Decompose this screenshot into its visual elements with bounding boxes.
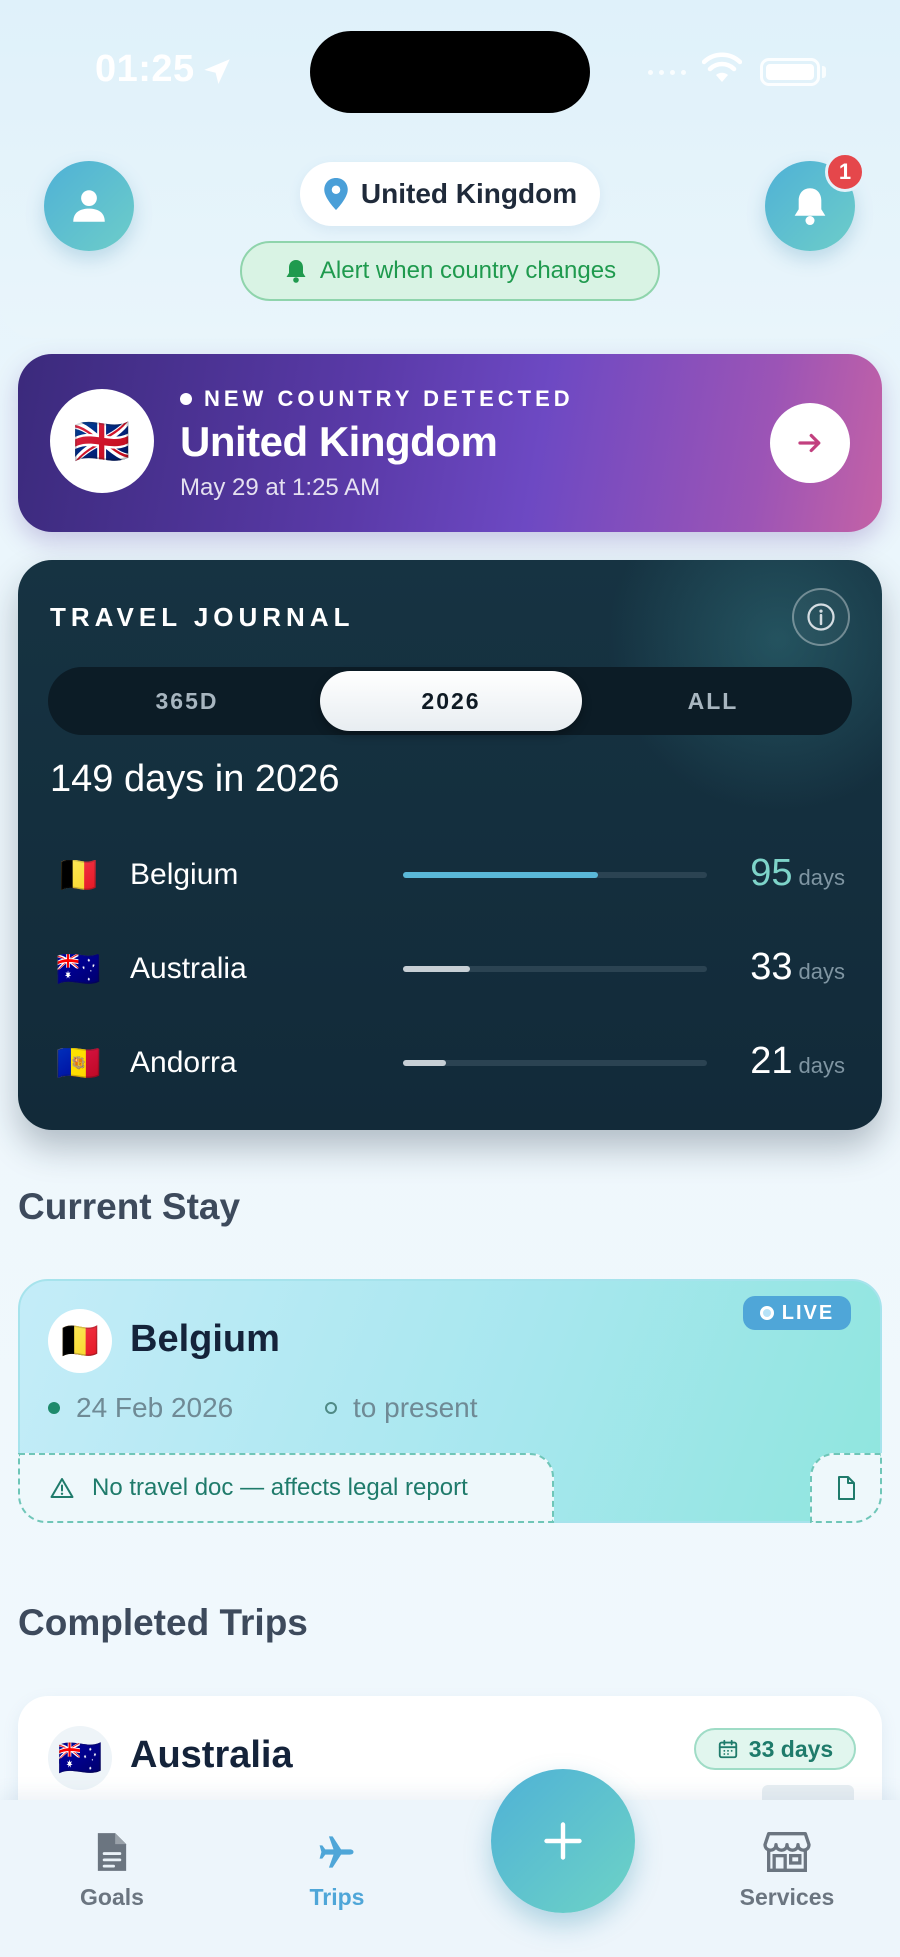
- banner-eyebrow-text: NEW COUNTRY DETECTED: [204, 386, 574, 411]
- warning-icon: [50, 1478, 74, 1498]
- row-days-value: 21: [750, 1040, 793, 1082]
- banner-country-title: United Kingdom: [180, 418, 498, 465]
- row-days-value: 33: [750, 946, 793, 988]
- add-trip-button[interactable]: [491, 1769, 635, 1913]
- country-row-days: 33 days: [750, 946, 845, 989]
- tab-goals[interactable]: Goals: [37, 1830, 187, 1911]
- attach-document-button[interactable]: [810, 1453, 882, 1523]
- info-icon: [807, 603, 835, 631]
- bell-icon: [794, 188, 826, 226]
- country-row-days: 21 days: [750, 1040, 845, 1083]
- banner-detected-time: May 29 at 1:25 AM: [180, 474, 381, 501]
- australia-flag-icon: 🇦🇺: [56, 954, 100, 984]
- profile-button[interactable]: [44, 161, 134, 251]
- tab-services[interactable]: Services: [712, 1830, 862, 1911]
- country-row-name: Andorra: [130, 1046, 237, 1079]
- country-row-track: [403, 1060, 707, 1066]
- calendar-icon: [718, 1739, 737, 1759]
- live-badge-label: LIVE: [781, 1301, 835, 1324]
- stay-end-date: to present: [325, 1392, 478, 1424]
- stay-country-name: Belgium: [130, 1318, 280, 1360]
- country-row-name: Australia: [130, 952, 247, 985]
- airplane-icon: [319, 1836, 354, 1868]
- storefront-icon: [763, 1832, 811, 1872]
- document-icon: [97, 1833, 127, 1871]
- tab-goals-label: Goals: [80, 1884, 144, 1910]
- document-icon: [838, 1476, 855, 1500]
- country-row-track: [403, 966, 707, 972]
- country-row-days: 95 days: [750, 852, 845, 895]
- tab-trips-label: Trips: [309, 1884, 365, 1910]
- stay-flag: 🇧🇪: [48, 1309, 112, 1373]
- journal-title: TRAVEL JOURNAL: [50, 602, 355, 632]
- bullet-dot: [180, 393, 192, 405]
- uk-flag-icon: 🇬🇧: [73, 415, 131, 467]
- dynamic-island: [310, 31, 590, 113]
- live-indicator-icon: [759, 1306, 774, 1320]
- status-time: 01:25: [95, 48, 195, 90]
- banner-flag: 🇬🇧: [50, 389, 154, 493]
- tab-365d[interactable]: 365D: [56, 667, 318, 735]
- australia-flag-icon: 🇦🇺: [57, 1737, 103, 1778]
- row-days-unit: days: [798, 1053, 845, 1078]
- country-row-bar: [403, 1060, 446, 1066]
- live-badge: LIVE: [743, 1296, 851, 1330]
- journal-info-button[interactable]: [792, 588, 850, 646]
- battery-cap: [822, 66, 826, 78]
- map-pin-icon: [324, 178, 348, 210]
- stay-start-date: 24 Feb 2026: [48, 1392, 233, 1424]
- row-days-unit: days: [798, 865, 845, 890]
- wifi-icon: [702, 52, 742, 82]
- banner-open-button[interactable]: [770, 403, 850, 483]
- tab-2026[interactable]: 2026: [320, 667, 582, 735]
- trip-days-label: 33 days: [748, 1735, 834, 1762]
- tab-all[interactable]: ALL: [582, 667, 844, 735]
- country-row-name: Belgium: [130, 858, 239, 891]
- cellular-signal-icon: [648, 70, 686, 75]
- tab-services-label: Services: [739, 1884, 835, 1910]
- journal-summary: 149 days in 2026: [50, 758, 340, 800]
- plus-icon: [544, 1822, 582, 1860]
- alert-toggle-label: Alert when country changes: [319, 257, 617, 284]
- completed-trips-title: Completed Trips: [18, 1602, 308, 1643]
- notification-count-badge: 1: [825, 152, 865, 192]
- country-row-track: [403, 872, 707, 878]
- trip-country-name: Australia: [130, 1734, 293, 1776]
- banner-eyebrow: NEW COUNTRY DETECTED: [180, 386, 574, 412]
- current-stay-title: Current Stay: [18, 1186, 241, 1227]
- location-arrow-icon: [204, 59, 230, 85]
- trip-flag: 🇦🇺: [48, 1726, 112, 1790]
- stay-end-text: to present: [353, 1392, 478, 1423]
- country-row-bar: [403, 966, 470, 972]
- travel-doc-warning-text: No travel doc — affects legal report: [92, 1474, 468, 1501]
- trip-days-badge: 33 days: [694, 1728, 856, 1770]
- andorra-flag-icon: 🇦🇩: [56, 1048, 100, 1078]
- end-ring-icon: [325, 1402, 337, 1414]
- tab-trips[interactable]: Trips: [262, 1830, 412, 1911]
- current-country-pill[interactable]: United Kingdom: [300, 162, 600, 226]
- travel-doc-warning[interactable]: No travel doc — affects legal report: [18, 1453, 554, 1523]
- row-days-value: 95: [750, 852, 793, 894]
- belgium-flag-icon: 🇧🇪: [56, 860, 100, 890]
- belgium-flag-icon: 🇧🇪: [57, 1320, 103, 1361]
- current-country-label: United Kingdom: [360, 178, 578, 209]
- alert-country-change-toggle[interactable]: Alert when country changes: [240, 241, 660, 301]
- country-row-bar: [403, 872, 598, 878]
- row-days-unit: days: [798, 959, 845, 984]
- bell-icon: [286, 260, 306, 283]
- arrow-right-icon: [798, 433, 821, 453]
- start-dot-icon: [48, 1402, 60, 1414]
- stay-start-text: 24 Feb 2026: [76, 1392, 234, 1423]
- user-icon: [73, 190, 105, 222]
- battery-icon: [760, 58, 820, 86]
